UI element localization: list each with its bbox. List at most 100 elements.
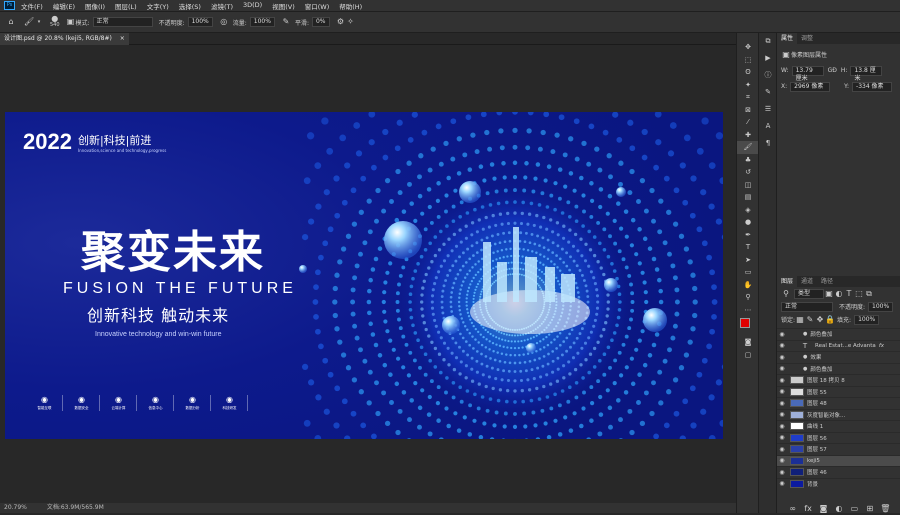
more-tools-icon[interactable]: ⋯ — [737, 304, 759, 317]
marquee-tool-icon[interactable]: ⬚ — [737, 54, 759, 67]
fx-icon[interactable]: fx — [803, 504, 813, 514]
menu-item[interactable]: 文件(F) — [21, 1, 43, 11]
magic-wand-tool-icon[interactable]: ✦ — [737, 79, 759, 92]
x-input[interactable]: 2969 像素 — [790, 82, 830, 92]
lock-pixels-icon[interactable]: ▦ — [795, 315, 805, 325]
color-swatches[interactable] — [737, 316, 758, 336]
menu-item[interactable]: 3D(D) — [243, 1, 262, 11]
brush-tool-icon[interactable]: 🖌 — [24, 17, 34, 27]
brush-settings-panel-icon[interactable]: ✎ — [759, 84, 777, 101]
layer-row[interactable]: ◉图层 48 — [777, 397, 900, 409]
filter-type-icon[interactable]: T — [844, 289, 854, 299]
type-tool-icon[interactable]: T — [737, 241, 759, 254]
close-icon[interactable]: × — [120, 35, 125, 42]
layer-row[interactable]: ◉●效果 — [777, 351, 900, 363]
link-layers-icon[interactable]: ∞ — [788, 504, 798, 514]
visibility-eye-icon[interactable]: ◉ — [777, 469, 787, 476]
layer-row[interactable]: ◉图层 55 — [777, 386, 900, 398]
dodge-tool-icon[interactable]: ● — [737, 216, 759, 229]
menu-item[interactable]: 图层(L) — [115, 1, 137, 11]
tab-channels[interactable]: 通道 — [797, 276, 817, 287]
layer-row[interactable]: ◉曲线 1 — [777, 420, 900, 432]
foreground-color-swatch[interactable] — [740, 318, 750, 328]
layer-row[interactable]: ◉背景 — [777, 478, 900, 490]
visibility-eye-icon[interactable]: ◉ — [777, 331, 787, 338]
add-mask-icon[interactable]: ◙ — [819, 504, 829, 514]
flow-input[interactable]: 100% — [250, 17, 275, 27]
layer-row[interactable]: ◉灰度智能对象... — [777, 409, 900, 421]
width-input[interactable]: 13.79 厘米 — [792, 66, 824, 76]
filter-smart-icon[interactable]: ⧉ — [864, 289, 874, 299]
delete-layer-icon[interactable]: 🗑 — [880, 504, 890, 514]
adjustments-panel-icon[interactable]: ☰ — [759, 101, 777, 118]
lock-position-icon[interactable]: ✥ — [815, 315, 825, 325]
paragraph-panel-icon[interactable]: ¶ — [759, 135, 777, 152]
hand-tool-icon[interactable]: ✋ — [737, 279, 759, 292]
zoom-tool-icon[interactable]: ⚲ — [737, 291, 759, 304]
history-panel-icon[interactable]: ⧉ — [759, 33, 777, 50]
filter-pixel-icon[interactable]: ▣ — [824, 289, 834, 299]
new-layer-icon[interactable]: ⊞ — [865, 504, 875, 514]
frame-tool-icon[interactable]: ⊠ — [737, 104, 759, 117]
pressure-opacity-icon[interactable]: ◎ — [219, 17, 229, 27]
history-brush-tool-icon[interactable]: ↺ — [737, 166, 759, 179]
eraser-tool-icon[interactable]: ◫ — [737, 179, 759, 192]
layer-row[interactable]: ◉●颜色叠加 — [777, 363, 900, 375]
blend-mode-select[interactable]: 正常 — [781, 302, 833, 312]
lock-paint-icon[interactable]: ✎ — [805, 315, 815, 325]
visibility-eye-icon[interactable]: ◉ — [777, 423, 787, 430]
layer-row[interactable]: ◉keji5 — [777, 455, 900, 467]
healing-brush-tool-icon[interactable]: ✚ — [737, 129, 759, 142]
character-panel-icon[interactable]: A — [759, 118, 777, 135]
visibility-eye-icon[interactable]: ◉ — [777, 354, 787, 361]
fill-input[interactable]: 100% — [854, 315, 879, 325]
rectangle-tool-icon[interactable]: ▭ — [737, 266, 759, 279]
document-canvas[interactable]: 2022 创新|科技|前进 Innovation,science and tec… — [5, 112, 723, 439]
tab-paths[interactable]: 路径 — [817, 276, 837, 287]
quick-mask-icon[interactable]: ◙ — [737, 336, 759, 349]
layer-row[interactable]: ◉图层 18 拷贝 8 — [777, 374, 900, 386]
visibility-eye-icon[interactable]: ◉ — [777, 388, 787, 395]
smoothing-input[interactable]: 0% — [312, 17, 330, 27]
symmetry-icon[interactable]: ✧ — [346, 17, 356, 27]
new-group-icon[interactable]: ▭ — [849, 504, 859, 514]
layer-row[interactable]: ◉图层 56 — [777, 432, 900, 444]
layer-row[interactable]: ◉TReal Estat...e Advantafx — [777, 340, 900, 352]
adjustment-layer-icon[interactable]: ◐ — [834, 504, 844, 514]
mode-select[interactable]: 正常 — [93, 17, 153, 27]
menu-item[interactable]: 文字(Y) — [147, 1, 169, 11]
visibility-eye-icon[interactable]: ◉ — [777, 377, 787, 384]
link-icon[interactable]: GĐ — [828, 67, 837, 74]
home-icon[interactable]: ⌂ — [6, 17, 16, 27]
visibility-eye-icon[interactable]: ◉ — [777, 411, 787, 418]
visibility-eye-icon[interactable]: ◉ — [777, 446, 787, 453]
document-tab[interactable]: 设计图.psd @ 20.8% (keji5, RGB/8#) × — [0, 33, 129, 45]
brush-tool-icon[interactable]: 🖌 — [737, 141, 759, 154]
visibility-eye-icon[interactable]: ◉ — [777, 365, 787, 372]
visibility-eye-icon[interactable]: ◉ — [777, 400, 787, 407]
document-size[interactable]: 文档:63.9M/565.9M — [47, 504, 104, 511]
menu-item[interactable]: 编辑(E) — [53, 1, 75, 11]
menu-item[interactable]: 视图(V) — [272, 1, 295, 11]
chevron-down-icon[interactable]: ▾ — [34, 17, 44, 27]
menu-item[interactable]: 选择(S) — [179, 1, 201, 11]
brush-settings-icon[interactable]: ▣ — [66, 17, 76, 27]
pen-tool-icon[interactable]: ✒ — [737, 229, 759, 242]
y-input[interactable]: -334 像素 — [852, 82, 892, 92]
filter-adjustment-icon[interactable]: ◐ — [834, 289, 844, 299]
visibility-eye-icon[interactable]: ◉ — [777, 434, 787, 441]
menu-item[interactable]: 图像(I) — [85, 1, 105, 11]
actions-panel-icon[interactable]: ▶ — [759, 50, 777, 67]
crop-tool-icon[interactable]: ⌗ — [737, 91, 759, 104]
height-input[interactable]: 13.8 厘米 — [850, 66, 882, 76]
layer-filter-select[interactable]: 类型 — [794, 289, 824, 299]
filter-shape-icon[interactable]: ⬚ — [854, 289, 864, 299]
screen-mode-icon[interactable]: ▢ — [737, 349, 759, 362]
tab-layers[interactable]: 图层 — [777, 276, 797, 287]
fx-badge[interactable]: fx — [879, 343, 884, 349]
blur-tool-icon[interactable]: ◈ — [737, 204, 759, 217]
tab-adjustments[interactable]: 调整 — [797, 33, 817, 44]
layer-opacity-input[interactable]: 100% — [868, 302, 893, 312]
path-selection-tool-icon[interactable]: ➤ — [737, 254, 759, 267]
lasso-tool-icon[interactable]: ʘ — [737, 66, 759, 79]
